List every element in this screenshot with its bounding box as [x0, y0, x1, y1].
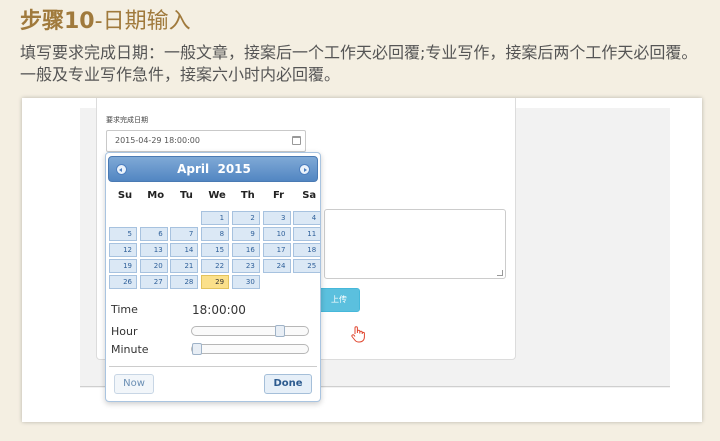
done-button[interactable]: Done: [264, 374, 312, 394]
resize-handle-icon[interactable]: [497, 270, 503, 276]
hour-label: Hour: [111, 325, 138, 338]
step-number: 步骤10: [20, 9, 95, 34]
day-cell[interactable]: 28: [170, 275, 199, 289]
day-cell[interactable]: 8: [201, 227, 230, 241]
day-cell[interactable]: 25: [293, 259, 322, 273]
day-cell[interactable]: 2: [231, 211, 260, 225]
upload-button[interactable]: 上传: [318, 288, 360, 312]
step-title: 步骤10-日期输入: [20, 6, 191, 38]
day-cell[interactable]: 15: [201, 243, 230, 257]
day-cell[interactable]: 14: [170, 243, 199, 257]
time-label: Time: [111, 303, 138, 316]
day-cell[interactable]: 18: [293, 243, 322, 257]
weekday-header: Tu: [179, 190, 193, 201]
prev-month-icon[interactable]: [116, 164, 127, 175]
now-button[interactable]: Now: [114, 374, 154, 394]
datepicker-popup: April 2015 Su Mo Tu We Th Fr Sa 1 2 3 4 5 6 7 8 9 10 11 1…: [105, 152, 322, 402]
weekday-header: Sa: [302, 190, 317, 201]
day-cell[interactable]: 1: [201, 211, 230, 225]
day-cell[interactable]: 17: [262, 243, 291, 257]
day-cell[interactable]: 7: [170, 227, 199, 241]
day-cell[interactable]: 24: [262, 259, 291, 273]
minute-slider[interactable]: [191, 343, 309, 355]
pointer-hand-icon: [350, 325, 366, 347]
day-cell[interactable]: 5: [109, 227, 137, 241]
day-cell[interactable]: 3: [262, 211, 291, 225]
weekday-header: Su: [117, 190, 133, 201]
datepicker-header: April 2015: [108, 156, 318, 182]
next-month-icon[interactable]: [299, 164, 310, 175]
minute-slider-handle[interactable]: [192, 343, 202, 355]
day-cell[interactable]: 12: [109, 243, 137, 257]
step-separator: -: [94, 9, 103, 34]
month-title: April 2015: [177, 162, 251, 176]
day-cell[interactable]: 29: [201, 275, 230, 289]
day-cell[interactable]: 6: [139, 227, 168, 241]
day-cell[interactable]: 11: [293, 227, 322, 241]
day-cell[interactable]: 21: [170, 259, 199, 273]
day-cell[interactable]: 13: [139, 243, 168, 257]
day-cell[interactable]: 4: [293, 211, 322, 225]
footer-divider: [109, 366, 317, 367]
day-cell[interactable]: 23: [231, 259, 260, 273]
weekday-header: Mo: [147, 190, 165, 201]
weekday-header: We: [208, 190, 226, 201]
date-field-label: 要求完成日期: [106, 116, 148, 124]
calendar-icon[interactable]: [292, 136, 301, 145]
hour-slider-handle[interactable]: [274, 325, 285, 337]
day-cell[interactable]: 30: [231, 275, 260, 289]
day-cell[interactable]: 20: [139, 259, 168, 273]
day-cell[interactable]: 16: [231, 243, 260, 257]
day-cell[interactable]: 26: [109, 275, 137, 289]
weekday-header: Fr: [272, 190, 285, 201]
day-cell[interactable]: 22: [201, 259, 230, 273]
day-cell[interactable]: 10: [262, 227, 291, 241]
weekday-header: Th: [240, 190, 255, 201]
hour-slider[interactable]: [191, 325, 309, 337]
day-cell[interactable]: 9: [231, 227, 260, 241]
date-input[interactable]: 2015-04-29 18:00:00: [106, 130, 306, 152]
step-name: 日期输入: [102, 9, 191, 34]
step-description: 填写要求完成日期：一般文章，接案后一个工作天必回覆;专业写作，接案后两个工作天必…: [20, 43, 698, 84]
day-cell[interactable]: 19: [109, 259, 137, 273]
minute-label: Minute: [111, 343, 149, 356]
screenshot-panel: 要求完成日期 2015-04-29 18:00:00 上传 April 2015…: [22, 98, 702, 422]
day-cell[interactable]: 27: [139, 275, 168, 289]
description-textarea[interactable]: [324, 209, 506, 279]
time-value: 18:00:00: [192, 303, 246, 317]
